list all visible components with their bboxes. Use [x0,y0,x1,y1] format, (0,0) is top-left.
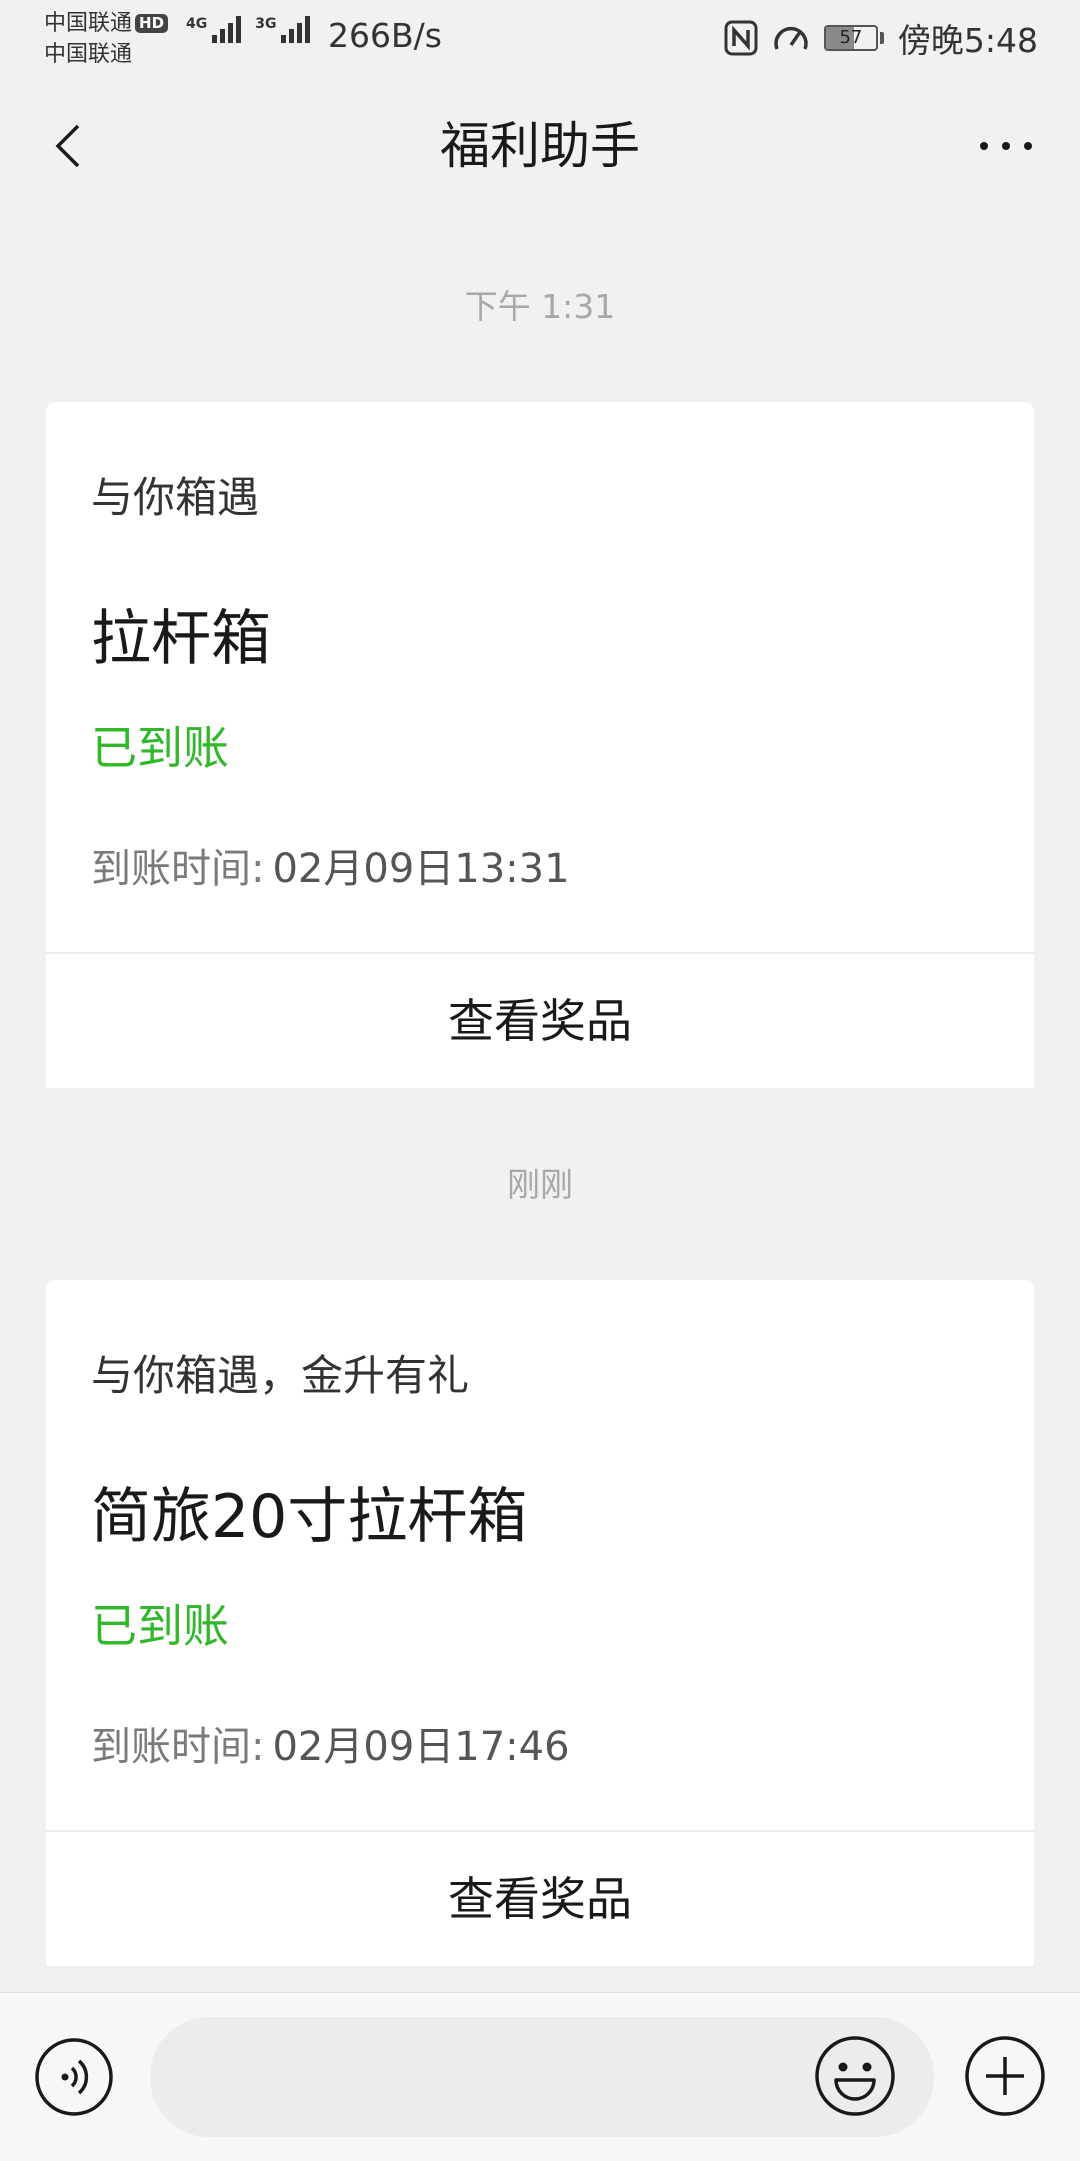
battery-icon: 57 [823,25,884,51]
prize-card: 与你箱遇 拉杆箱 已到账 到账时间: 02月09日13:31 查看奖品 [46,402,1034,1088]
signal-4g-icon: 4G [186,16,242,43]
message-timestamp: 刚刚 [507,1165,573,1204]
emoji-icon [814,2035,896,2117]
time-value: 02月09日17:46 [272,1724,570,1770]
card-arrival-time: 到账时间: 02月09日17:46 [91,1714,570,1772]
carrier-2: 中国联通 [44,42,133,67]
prize-card: 与你箱遇，金升有礼 简旅20寸拉杆箱 已到账 到账时间: 02月09日17:46 … [46,1280,1034,1966]
card-status: 已到账 [91,1599,229,1653]
card-subtitle: 与你箱遇，金升有礼 [91,1351,470,1400]
back-button[interactable] [40,110,96,182]
status-right: 57 傍晚5:48 [724,14,1038,62]
plus-button[interactable] [964,2035,1046,2117]
time-label: 到账时间: [91,846,265,892]
signal-indicators: 4G 3G [186,16,311,43]
voice-icon [34,2037,114,2117]
view-prize-button[interactable]: 查看奖品 [46,1832,1034,1966]
more-button[interactable] [970,110,1042,182]
carrier-info: 中国联通 HD 中国联通 [44,8,169,70]
status-bar: 中国联通 HD 中国联通 4G 3G 266B/s 57 傍晚5:48 [0,0,1080,74]
network-speed: 266B/s [328,16,442,55]
signal-3g-icon: 3G [255,16,311,43]
voice-button[interactable] [34,2037,114,2117]
title-bar: 福利助手 [0,74,1080,218]
time-value: 02月09日13:31 [272,846,570,892]
card-subtitle: 与你箱遇 [91,473,260,522]
hd-badge: HD [135,14,169,33]
clock: 傍晚5:48 [897,21,1038,60]
card-status: 已到账 [91,721,229,775]
speedometer-icon [772,21,810,55]
chevron-left-icon [53,122,83,170]
carrier-1: 中国联通 [44,11,133,36]
time-label: 到账时间: [91,1724,265,1770]
more-dots-icon [979,141,1033,151]
view-prize-button[interactable]: 查看奖品 [46,954,1034,1088]
emoji-button[interactable] [814,2035,896,2117]
card-title: 简旅20寸拉杆箱 [91,1482,528,1552]
card-arrival-time: 到账时间: 02月09日13:31 [91,836,570,894]
battery-level: 57 [839,27,863,48]
plus-icon [964,2035,1046,2117]
nfc-icon [724,20,758,56]
input-bar [0,1992,1080,2161]
message-timestamp: 下午 1:31 [464,287,616,326]
card-title: 拉杆箱 [91,604,271,674]
page-title: 福利助手 [440,117,640,175]
